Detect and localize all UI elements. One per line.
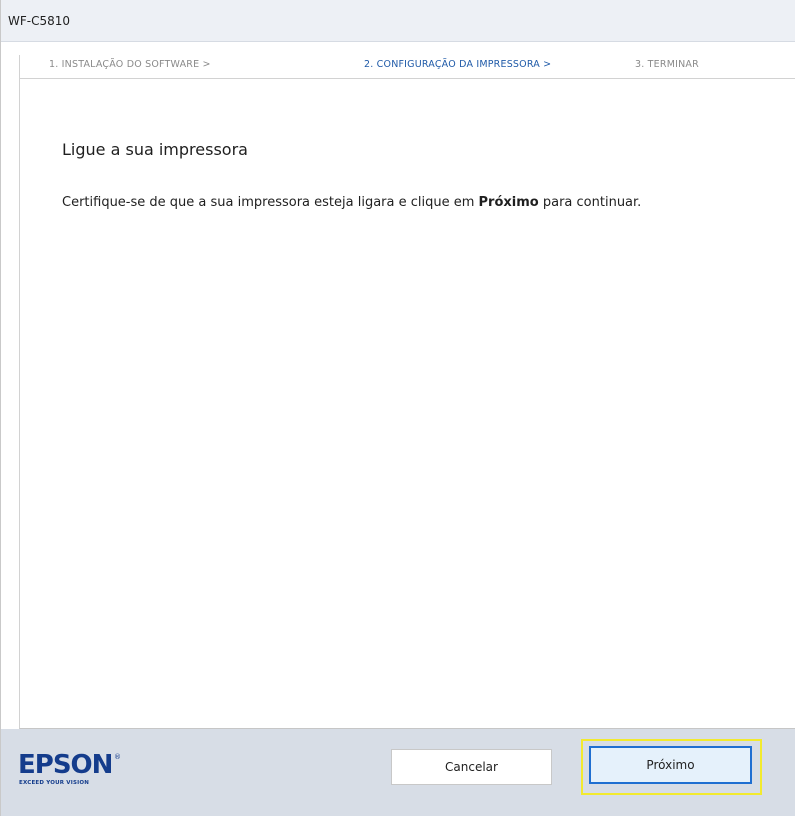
installer-window: WF-C5810 1. INSTALAÇÃO DO SOFTWARE > 2. …	[0, 0, 795, 816]
footer-bar: EPSON ® EXCEED YOUR VISION Cancelar Próx…	[1, 729, 795, 816]
instruction-text: Certifique-se de que a sua impressora es…	[62, 195, 641, 210]
epson-logo: EPSON ® EXCEED YOUR VISION	[18, 751, 138, 791]
cancel-button[interactable]: Cancelar	[391, 749, 552, 785]
logo-trademark: ®	[114, 753, 121, 761]
next-button[interactable]: Próximo	[589, 746, 752, 784]
page-heading: Ligue a sua impressora	[62, 140, 248, 159]
instruction-text-end: para continuar.	[538, 195, 642, 210]
instruction-text-bold: Próximo	[478, 195, 539, 210]
step-software-install: 1. INSTALAÇÃO DO SOFTWARE >	[49, 59, 211, 70]
logo-tagline: EXCEED YOUR VISION	[19, 780, 90, 786]
window-title: WF-C5810	[8, 14, 71, 28]
logo-wordmark: EPSON	[18, 750, 113, 780]
instruction-text-start: Certifique-se de que a sua impressora es…	[62, 195, 479, 210]
step-indicator: 1. INSTALAÇÃO DO SOFTWARE > 2. CONFIGURA…	[19, 55, 795, 79]
title-bar: WF-C5810	[1, 0, 795, 42]
step-finish: 3. TERMINAR	[635, 59, 699, 70]
step-printer-config: 2. CONFIGURAÇÃO DA IMPRESSORA >	[364, 59, 552, 70]
